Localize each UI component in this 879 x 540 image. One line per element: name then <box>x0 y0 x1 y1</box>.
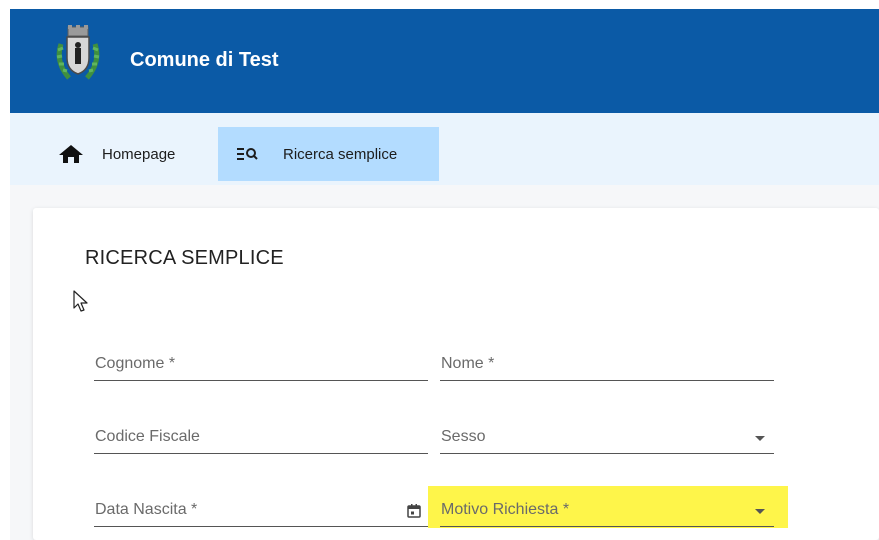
app-header: Comune di Test <box>10 9 879 113</box>
coat-of-arms-logo <box>56 25 100 80</box>
nav-item-homepage[interactable]: Homepage <box>58 127 175 181</box>
nav-bar: Homepage Ricerca semplice <box>10 113 879 185</box>
search-form-card: RICERCA SEMPLICE Cognome * Nome * Codice… <box>33 208 879 540</box>
motivo-richiesta-label: Motivo Richiesta * <box>441 501 570 518</box>
data-nascita-field[interactable]: Data Nascita * <box>94 493 428 527</box>
codice-fiscale-label: Codice Fiscale <box>95 428 200 445</box>
codice-fiscale-field[interactable]: Codice Fiscale <box>94 420 428 454</box>
home-icon <box>59 145 83 163</box>
dropdown-arrow-icon <box>755 436 765 441</box>
nome-field[interactable]: Nome * <box>440 347 774 381</box>
cognome-field[interactable]: Cognome * <box>94 347 428 381</box>
cognome-label: Cognome * <box>95 355 176 372</box>
sesso-select[interactable]: Sesso <box>440 420 774 454</box>
app-window: Comune di Test Homepage Ricerca semplice… <box>0 0 879 540</box>
nav-item-label: Ricerca semplice <box>283 145 398 163</box>
app-title: Comune di Test <box>130 49 279 71</box>
nav-item-label: Homepage <box>102 145 176 163</box>
nome-label: Nome * <box>441 355 495 372</box>
sesso-label: Sesso <box>441 428 486 445</box>
data-nascita-label: Data Nascita * <box>95 501 198 518</box>
page-title: RICERCA SEMPLICE <box>85 247 284 269</box>
list-search-icon <box>237 148 258 160</box>
calendar-icon[interactable] <box>406 503 422 519</box>
nav-item-ricerca-semplice[interactable]: Ricerca semplice <box>218 127 439 181</box>
dropdown-arrow-icon <box>755 509 765 514</box>
motivo-richiesta-select[interactable]: Motivo Richiesta * <box>440 493 774 527</box>
mouse-pointer-icon <box>73 290 88 312</box>
